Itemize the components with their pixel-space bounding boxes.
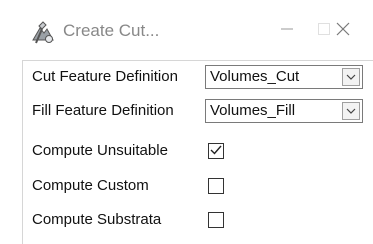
checkmark-icon: [210, 142, 222, 160]
cut-feature-label: Cut Feature Definition: [32, 68, 178, 85]
fill-feature-label: Fill Feature Definition: [32, 102, 174, 119]
fill-feature-value: Volumes_Fill: [210, 102, 296, 119]
close-button[interactable]: [326, 14, 360, 48]
fill-feature-row: Fill Feature Definition Volumes_Fill: [23, 97, 373, 125]
chevron-down-icon[interactable]: [342, 102, 360, 120]
settings-panel: Cut Feature Definition Volumes_Cut Fill …: [22, 60, 373, 244]
compute-custom-label: Compute Custom: [32, 177, 149, 194]
title-bar[interactable]: Create Cut...: [0, 0, 373, 62]
minimize-button[interactable]: [270, 14, 304, 48]
cut-feature-value: Volumes_Cut: [210, 68, 300, 85]
close-icon: [335, 21, 351, 42]
compute-unsuitable-row: Compute Unsuitable: [23, 137, 373, 165]
minimize-icon: [280, 22, 294, 41]
chevron-down-icon[interactable]: [342, 68, 360, 86]
compute-substrata-label: Compute Substrata: [32, 211, 162, 228]
compute-substrata-checkbox[interactable]: [208, 212, 224, 228]
create-cut-window: Create Cut... Cut Feature Definition Vol…: [0, 0, 373, 244]
compute-unsuitable-checkbox[interactable]: [208, 143, 224, 159]
earthwork-tools-icon: [30, 20, 56, 46]
cut-feature-dropdown[interactable]: Volumes_Cut: [205, 65, 363, 89]
fill-feature-dropdown[interactable]: Volumes_Fill: [205, 99, 363, 123]
compute-custom-row: Compute Custom: [23, 172, 373, 200]
compute-custom-checkbox[interactable]: [208, 178, 224, 194]
compute-unsuitable-label: Compute Unsuitable: [32, 142, 168, 159]
window-title: Create Cut...: [63, 21, 160, 40]
cut-feature-row: Cut Feature Definition Volumes_Cut: [23, 63, 373, 91]
compute-substrata-row: Compute Substrata: [23, 206, 373, 234]
